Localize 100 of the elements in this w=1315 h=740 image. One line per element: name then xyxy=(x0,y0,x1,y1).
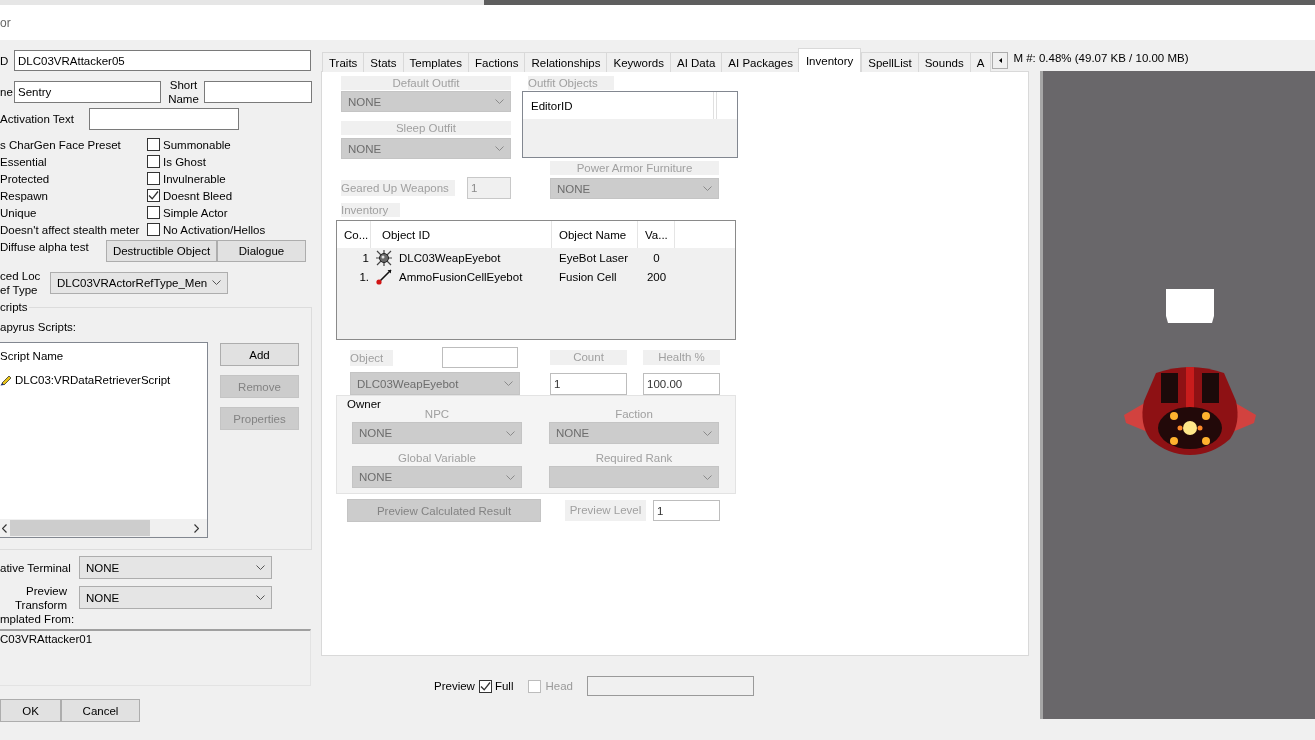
table-cell-text: 1. xyxy=(358,270,370,283)
chevron-down-icon xyxy=(703,430,712,436)
field-label: Faction xyxy=(614,407,654,421)
checkbox[interactable] xyxy=(147,189,160,202)
text-field[interactable]: 100.00 xyxy=(643,372,720,395)
group-title: Owner xyxy=(347,397,381,411)
tab[interactable]: AI Data xyxy=(670,52,723,72)
field-label: Object xyxy=(350,349,393,366)
list-label: apyrus Scripts: xyxy=(0,320,77,334)
chevron-down-icon xyxy=(495,99,504,104)
pencil-icon xyxy=(0,374,12,386)
field-label: Preview xyxy=(434,679,475,693)
text-field[interactable]: 1 xyxy=(550,372,627,395)
tab[interactable]: AI Packages xyxy=(721,52,800,72)
chevron-left-icon[interactable] xyxy=(2,523,7,533)
field-label: mplated From: xyxy=(0,612,75,626)
table-cell-text: 200 xyxy=(645,270,668,283)
field-label: Preview Level xyxy=(565,500,646,521)
text-area[interactable]: C03VRAttacker01 xyxy=(0,629,311,686)
tab[interactable]: Keywords xyxy=(606,52,671,72)
text-field[interactable] xyxy=(204,81,312,103)
checkbox-label: s CharGen Face Preset xyxy=(0,137,122,152)
tab-scroll-button[interactable] xyxy=(992,52,1009,69)
chevron-down-icon xyxy=(506,430,515,436)
column-header[interactable]: Script Name xyxy=(0,343,64,363)
tab[interactable]: Stats xyxy=(363,52,404,72)
field-label: D xyxy=(0,53,10,68)
field-label: Activation Text xyxy=(0,112,75,126)
text-field[interactable] xyxy=(442,347,518,368)
scrollbar-thumb[interactable] xyxy=(10,520,150,536)
tab[interactable]: Templates xyxy=(402,52,469,72)
text-field[interactable] xyxy=(586,676,754,696)
dialog-button[interactable]: Destructible Object xyxy=(106,240,217,262)
tab[interactable]: A xyxy=(969,52,992,72)
tab[interactable]: Inventory xyxy=(797,48,862,72)
spiky-ball-icon xyxy=(376,249,392,266)
field-label: Short Name xyxy=(167,78,200,106)
checkbox-label: Essential xyxy=(0,154,48,169)
column-header[interactable]: Object ID xyxy=(371,221,552,248)
list-item[interactable]: DLC03:VRDataRetrieverScript xyxy=(15,373,171,387)
column-header[interactable]: Va... xyxy=(638,221,675,248)
field-label: Preview Transform xyxy=(14,583,67,612)
text-field[interactable]: 1 xyxy=(653,500,720,521)
field-label: Inventory xyxy=(341,203,400,217)
column-header[interactable]: Co... xyxy=(337,221,371,248)
dropdown[interactable]: NONE xyxy=(79,556,272,579)
checkbox[interactable] xyxy=(147,155,160,168)
chevron-down-icon xyxy=(256,565,265,570)
triangle-left-icon xyxy=(998,58,1002,63)
text-field[interactable]: DLC03VRAttacker05 xyxy=(14,50,311,71)
dialog-button[interactable]: Dialogue xyxy=(217,240,306,262)
table-cell-text: DLC03WeapEyebot xyxy=(399,251,502,264)
checkbox-label: Invulnerable xyxy=(163,171,226,186)
field-label: Default Outfit xyxy=(341,76,511,90)
chevron-down-icon xyxy=(703,474,712,480)
field-label: Health % xyxy=(643,350,720,365)
dropdown[interactable]: NONE xyxy=(79,586,272,609)
field-label: Power Armor Furniture xyxy=(550,161,719,175)
field-label: Count xyxy=(550,350,627,365)
checkbox-label: Full xyxy=(494,679,514,693)
chevron-down-icon xyxy=(703,186,712,191)
tab[interactable]: SpellList xyxy=(861,52,919,72)
checkbox-label: No Activation/Hellos xyxy=(163,222,266,237)
checkbox-label: Summonable xyxy=(163,137,231,152)
chevron-down-icon xyxy=(495,146,504,151)
plate-shape xyxy=(1166,289,1214,323)
chevron-right-icon[interactable] xyxy=(194,523,199,533)
checkbox[interactable] xyxy=(147,138,160,151)
dropdown[interactable]: DLC03VRActorRefType_Men xyxy=(50,271,228,294)
dialog-button[interactable]: Cancel xyxy=(61,699,140,722)
tab[interactable]: Traits xyxy=(322,52,365,72)
tab[interactable]: Relationships xyxy=(524,52,608,72)
field-label: ne xyxy=(0,85,14,99)
checkbox-label: Simple Actor xyxy=(163,205,228,220)
checkmark-icon xyxy=(479,680,491,692)
field-label: Outfit Objects xyxy=(528,76,614,90)
dialog-button[interactable]: OK xyxy=(0,699,61,722)
checkbox-label: Respawn xyxy=(0,188,49,203)
checkbox-label: Doesnt Bleed xyxy=(163,188,233,203)
checkbox[interactable] xyxy=(147,172,160,185)
checkbox-label: Head xyxy=(545,679,573,693)
tab[interactable]: Sounds xyxy=(917,52,971,72)
memory-usage-text: M #: 0.48% (49.07 KB / 10.00 MB) xyxy=(1013,50,1189,65)
list-box[interactable]: EditorID xyxy=(522,91,738,158)
text-field[interactable]: Sentry xyxy=(14,81,161,103)
column-header[interactable]: Object Name xyxy=(552,221,638,248)
checkbox-label: Unique xyxy=(0,205,38,220)
checkbox[interactable] xyxy=(147,206,160,219)
tab[interactable]: Factions xyxy=(467,52,526,72)
chevron-down-icon xyxy=(212,280,221,285)
chevron-down-icon xyxy=(506,474,515,480)
table-cell-text: AmmoFusionCellEyebot xyxy=(399,270,524,283)
field-label: Required Rank xyxy=(594,451,674,465)
script-button[interactable]: Add xyxy=(220,343,299,366)
field-label: Sleep Outfit xyxy=(341,121,511,135)
chevron-down-icon xyxy=(504,381,513,386)
text-field[interactable] xyxy=(89,108,239,130)
checkbox[interactable] xyxy=(478,679,492,693)
checkbox[interactable] xyxy=(147,223,160,236)
field-label: Global Variable xyxy=(397,451,477,465)
